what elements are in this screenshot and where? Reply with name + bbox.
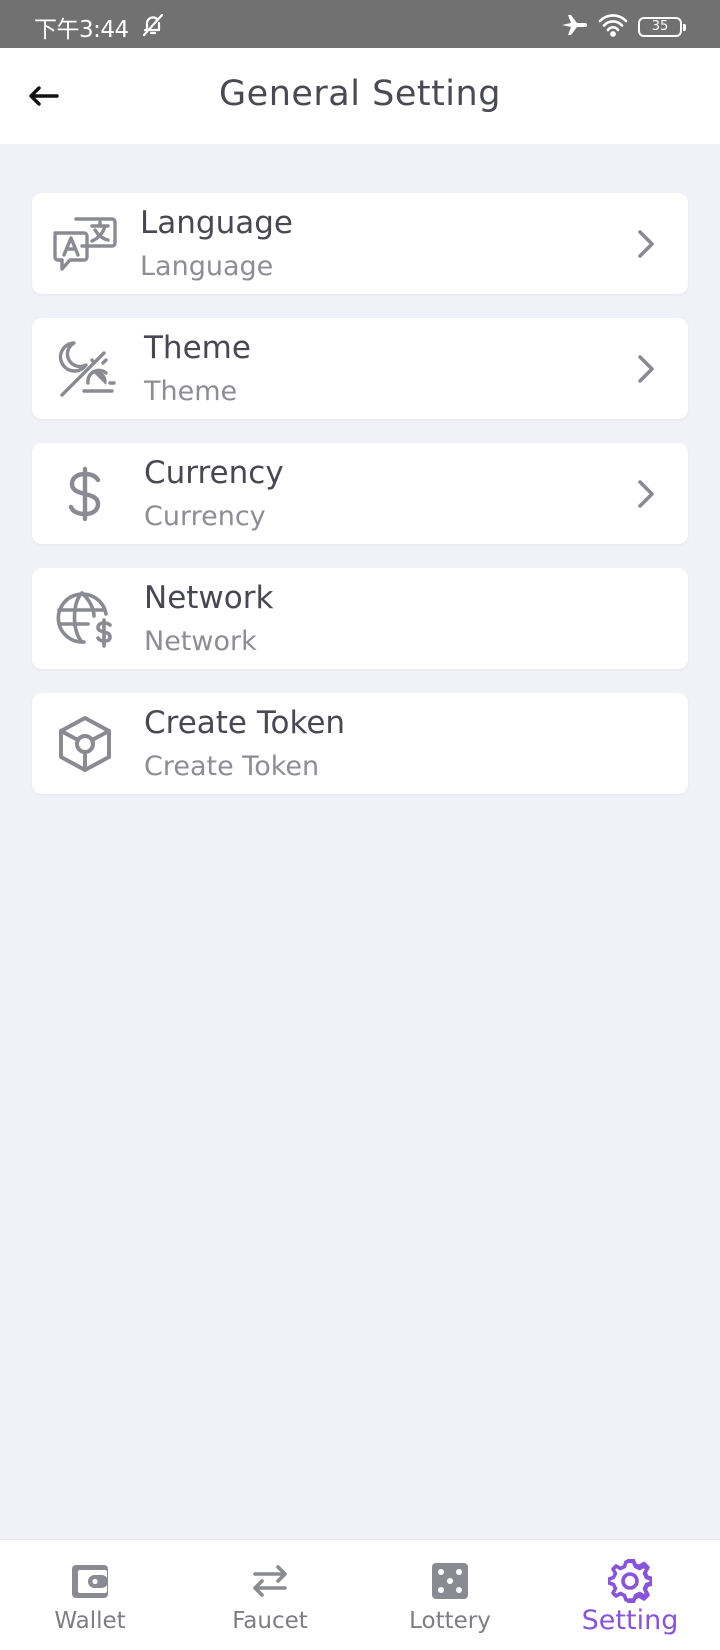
translate-icon (50, 209, 120, 279)
setting-subtitle: Network (144, 626, 257, 657)
settings-list: Language Language Theme Theme Currency C… (32, 193, 688, 818)
setting-item-language[interactable]: Language Language (32, 193, 688, 294)
setting-title: Network (144, 580, 274, 616)
nav-item-faucet[interactable]: Faucet (180, 1540, 360, 1650)
nav-label: Setting (581, 1605, 679, 1636)
swap-arrows-icon (248, 1559, 292, 1603)
setting-title: Language (140, 205, 293, 241)
wifi-icon (598, 13, 628, 41)
nav-item-wallet[interactable]: Wallet (0, 1540, 180, 1650)
status-bar: 下午3:44 35 (0, 0, 720, 48)
globe-dollar-icon (50, 584, 120, 654)
chevron-right-icon (638, 480, 654, 508)
gear-icon (608, 1559, 652, 1603)
page-title: General Setting (219, 74, 501, 114)
cube-icon (50, 709, 120, 779)
nav-item-lottery[interactable]: Lottery (360, 1540, 540, 1650)
app-bar: General Setting (0, 48, 720, 144)
bottom-nav: Wallet Faucet Lottery Setting (0, 1539, 720, 1650)
nav-item-setting[interactable]: Setting (540, 1540, 720, 1650)
nav-label: Faucet (232, 1608, 308, 1634)
status-indicators: 35 (560, 12, 686, 42)
wallet-icon (68, 1559, 112, 1603)
status-time: 下午3:44 (34, 17, 129, 43)
setting-item-currency[interactable]: Currency Currency (32, 443, 688, 544)
setting-item-theme[interactable]: Theme Theme (32, 318, 688, 419)
airplane-icon (560, 12, 588, 42)
dollar-icon (50, 459, 120, 529)
chevron-right-icon (638, 355, 654, 383)
theme-icon (50, 334, 120, 404)
setting-title: Theme (144, 330, 251, 366)
setting-title: Currency (144, 455, 284, 491)
setting-subtitle: Language (140, 251, 274, 282)
setting-subtitle: Theme (144, 376, 238, 407)
setting-item-network[interactable]: Network Network (32, 568, 688, 669)
setting-item-create-token[interactable]: Create Token Create Token (32, 693, 688, 794)
nav-label: Wallet (54, 1608, 126, 1634)
setting-subtitle: Currency (144, 501, 266, 532)
setting-title: Create Token (144, 705, 346, 741)
setting-subtitle: Create Token (144, 751, 320, 782)
dice-icon (428, 1559, 472, 1603)
chevron-right-icon (638, 230, 654, 258)
nav-label: Lottery (409, 1608, 491, 1634)
bell-muted-icon (140, 12, 166, 38)
battery-icon: 35 (638, 17, 686, 37)
